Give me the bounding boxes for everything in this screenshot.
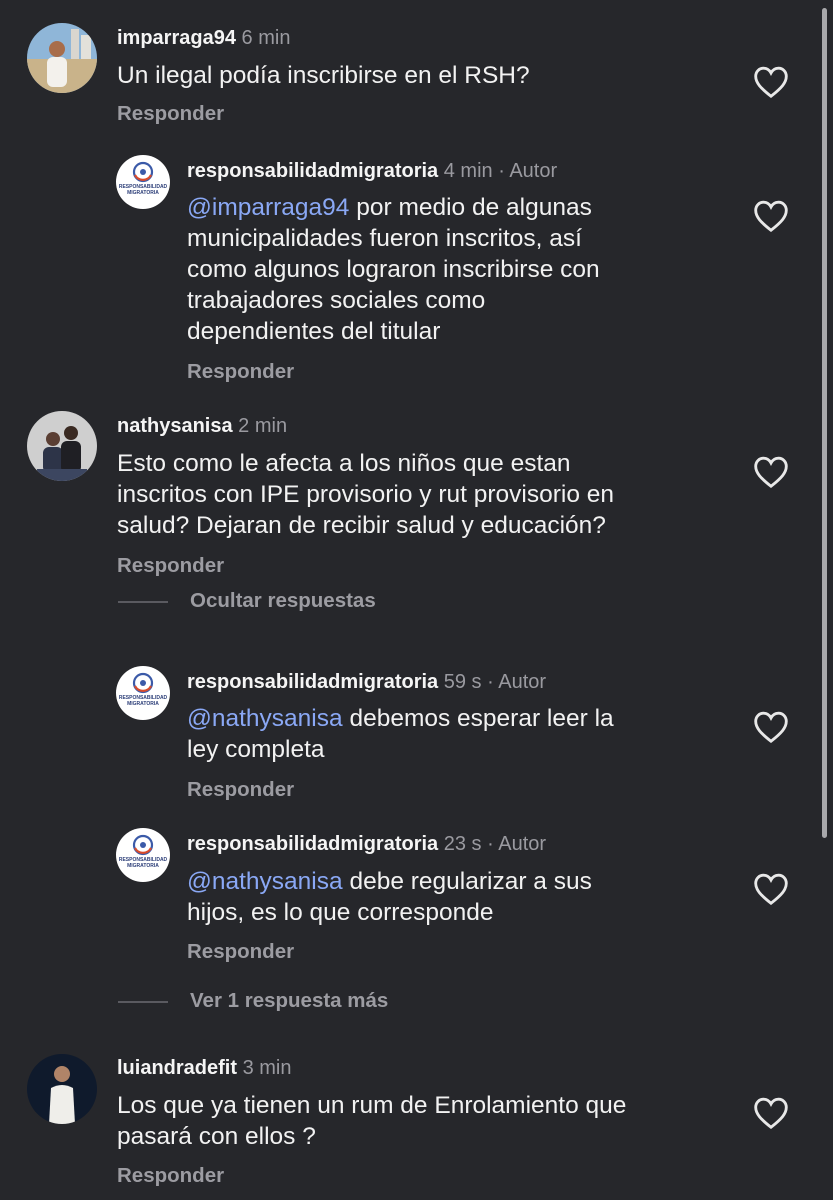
heart-icon[interactable]: [753, 455, 789, 489]
comment-text: @imparraga94 por medio de algunas munici…: [187, 192, 600, 347]
avatar-nathysanisa[interactable]: [27, 411, 97, 481]
reply-button[interactable]: Responder: [117, 554, 224, 578]
hide-replies-button[interactable]: Ocultar respuestas: [118, 589, 376, 613]
separator: ·: [498, 160, 505, 182]
hide-replies-label: Ocultar respuestas: [190, 589, 376, 612]
mention-link[interactable]: @nathysanisa: [187, 705, 343, 732]
comment-meta: imparraga94 6 min: [117, 27, 290, 50]
username[interactable]: responsabilidadmigratoria: [187, 160, 438, 182]
timestamp: 23 s: [443, 833, 482, 855]
reply-button[interactable]: Responder: [187, 360, 294, 384]
avatar-responsabilidadmigratoria[interactable]: RESPONSABILIDAD MIGRATORIA: [116, 155, 170, 209]
timestamp: 3 min: [242, 1057, 292, 1079]
reply-button[interactable]: Responder: [187, 778, 294, 802]
comment-meta: luiandradefit 3 min: [117, 1057, 291, 1080]
reply-button[interactable]: Responder: [117, 1164, 224, 1188]
reply-button[interactable]: Responder: [187, 940, 294, 964]
timestamp: 59 s: [443, 671, 482, 693]
timestamp: 2 min: [238, 415, 288, 437]
comment-text: Los que ya tienen un rum de Enrolamiento…: [117, 1092, 627, 1150]
avatar-responsabilidadmigratoria[interactable]: RESPONSABILIDAD MIGRATORIA: [116, 828, 170, 882]
scrollbar[interactable]: [822, 8, 827, 838]
separator: ·: [487, 671, 494, 693]
author-tag: Autor: [498, 671, 547, 693]
logo-line2: MIGRATORIA: [127, 701, 159, 707]
username[interactable]: nathysanisa: [117, 415, 233, 437]
avatar-imparraga94[interactable]: [27, 23, 97, 93]
author-tag: Autor: [509, 160, 558, 182]
username[interactable]: imparraga94: [117, 27, 236, 49]
logo-line2: MIGRATORIA: [127, 190, 159, 196]
timestamp: 4 min: [443, 160, 493, 182]
comment-meta: responsabilidadmigratoria 4 min · Autor: [187, 160, 557, 183]
view-more-replies-button[interactable]: Ver 1 respuesta más: [118, 989, 388, 1013]
heart-icon[interactable]: [753, 1096, 789, 1130]
timestamp: 6 min: [241, 27, 291, 49]
comment-text: Esto como le afecta a los niños que esta…: [117, 450, 614, 539]
username[interactable]: responsabilidadmigratoria: [187, 671, 438, 693]
separator: ·: [487, 833, 494, 855]
comment-text: @nathysanisa debemos esperar leer la ley…: [187, 703, 614, 765]
username[interactable]: luiandradefit: [117, 1057, 237, 1079]
reply-button[interactable]: Responder: [117, 102, 224, 126]
heart-icon[interactable]: [753, 872, 789, 906]
view-more-replies-label: Ver 1 respuesta más: [190, 989, 389, 1012]
avatar-luiandradefit[interactable]: [27, 1054, 97, 1124]
heart-icon[interactable]: [753, 199, 789, 233]
comment-meta: responsabilidadmigratoria 23 s · Autor: [187, 833, 546, 856]
author-tag: Autor: [498, 833, 547, 855]
logo-line2: MIGRATORIA: [127, 863, 159, 869]
avatar-responsabilidadmigratoria[interactable]: RESPONSABILIDAD MIGRATORIA: [116, 666, 170, 720]
comment-meta: responsabilidadmigratoria 59 s · Autor: [187, 671, 546, 694]
divider-line: [118, 600, 168, 603]
comment-meta: nathysanisa 2 min: [117, 415, 287, 438]
heart-icon[interactable]: [753, 65, 789, 99]
username[interactable]: responsabilidadmigratoria: [187, 833, 438, 855]
comment-text: Un ilegal podía inscribirse en el RSH?: [117, 62, 530, 89]
comment-text: @nathysanisa debe regularizar a sus hijo…: [187, 866, 592, 928]
mention-link[interactable]: @imparraga94: [187, 194, 349, 221]
divider-line: [118, 1000, 168, 1003]
mention-link[interactable]: @nathysanisa: [187, 868, 343, 895]
heart-icon[interactable]: [753, 710, 789, 744]
